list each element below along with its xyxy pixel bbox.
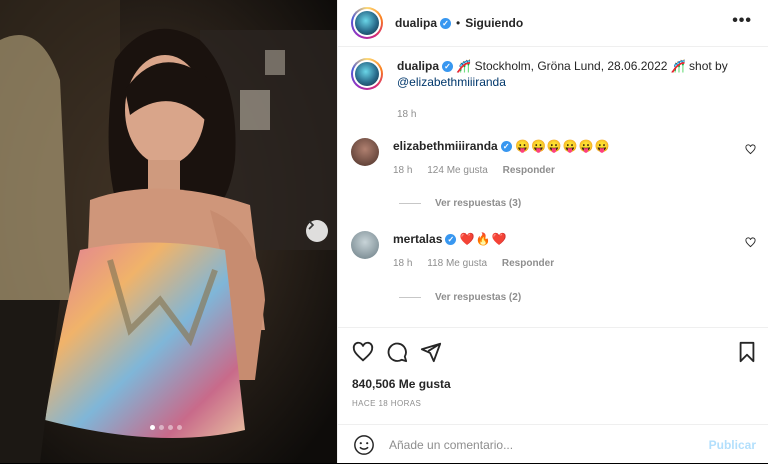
comment-time: 18 h: [393, 258, 413, 269]
carousel-indicator: [150, 425, 182, 430]
verified-icon: ✓: [442, 61, 454, 73]
bookmark-icon[interactable]: [737, 341, 757, 363]
instagram-post: dualipa ✓ • Siguiendo ••• dualipa ✓ 🎢 Sto…: [0, 0, 768, 463]
verified-icon: ✓: [500, 141, 512, 153]
next-image-button[interactable]: [306, 220, 328, 242]
photo-illustration: [0, 0, 337, 463]
view-replies-label: Ver respuestas (2): [435, 292, 522, 303]
heart-icon[interactable]: [745, 144, 756, 155]
comment-username[interactable]: mertalas: [393, 232, 442, 246]
verified-icon: ✓: [445, 234, 457, 246]
post-header: dualipa ✓ • Siguiendo •••: [338, 0, 768, 47]
reply-button[interactable]: Responder: [502, 258, 554, 269]
heart-icon[interactable]: [352, 341, 374, 363]
heart-icon[interactable]: [745, 237, 756, 248]
author-username[interactable]: dualipa: [395, 16, 437, 30]
more-options-icon[interactable]: •••: [732, 12, 752, 30]
chevron-right-icon: [308, 220, 315, 230]
comment-likes[interactable]: 124 Me gusta: [427, 165, 488, 176]
view-replies-button[interactable]: Ver respuestas (2): [399, 292, 521, 303]
carousel-dot: [159, 425, 164, 430]
reply-button[interactable]: Responder: [503, 165, 555, 176]
comment-text: 😛😛😛😛😛😛: [515, 139, 611, 153]
comment-input[interactable]: [387, 436, 681, 453]
caption-username[interactable]: dualipa: [397, 59, 439, 73]
avatar[interactable]: [351, 58, 383, 90]
avatar[interactable]: [351, 7, 383, 39]
post-time: HACE 18 HORAS: [352, 399, 422, 408]
post-sidebar: dualipa ✓ • Siguiendo ••• dualipa ✓ 🎢 Sto…: [337, 0, 768, 463]
publish-button[interactable]: Publicar: [709, 438, 756, 452]
carousel-dot: [177, 425, 182, 430]
comment-item: elizabethmiiiranda ✓ 😛😛😛😛😛😛 18 h 124 Me g…: [351, 138, 756, 179]
avatar[interactable]: [351, 231, 379, 259]
post-image[interactable]: [0, 0, 337, 463]
comment-time: 18 h: [393, 165, 413, 176]
caption-mention-link[interactable]: @elizabethmiiiranda: [397, 75, 506, 89]
separator: •: [456, 16, 461, 30]
avatar[interactable]: [351, 138, 379, 166]
share-icon[interactable]: [420, 341, 442, 363]
carousel-dot: [168, 425, 173, 430]
comment-text: ❤️🔥❤️: [459, 232, 508, 246]
caption-text: 🎢 Stockholm, Gröna Lund, 28.06.2022 🎢 sh…: [456, 59, 728, 73]
view-replies-label: Ver respuestas (3): [435, 198, 522, 209]
caption-time: 18 h: [397, 109, 417, 120]
comment-likes[interactable]: 118 Me gusta: [427, 258, 487, 269]
emoji-icon[interactable]: [353, 434, 375, 456]
carousel-dot: [150, 425, 155, 430]
comment-username[interactable]: elizabethmiiiranda: [393, 139, 498, 153]
post-caption: dualipa ✓ 🎢 Stockholm, Gröna Lund, 28.06.…: [351, 58, 751, 123]
comment-icon[interactable]: [386, 341, 408, 363]
following-button[interactable]: Siguiendo: [465, 16, 523, 30]
likes-count[interactable]: 840,506 Me gusta: [352, 377, 451, 391]
action-bar: [352, 341, 442, 363]
add-comment-bar: Publicar: [338, 424, 768, 464]
verified-icon: ✓: [440, 17, 452, 29]
view-replies-button[interactable]: Ver respuestas (3): [399, 198, 521, 209]
comment-item: mertalas ✓ ❤️🔥❤️ 18 h 118 Me gusta Respon…: [351, 231, 756, 272]
post-actions-section: 840,506 Me gusta HACE 18 HORAS: [338, 327, 768, 408]
